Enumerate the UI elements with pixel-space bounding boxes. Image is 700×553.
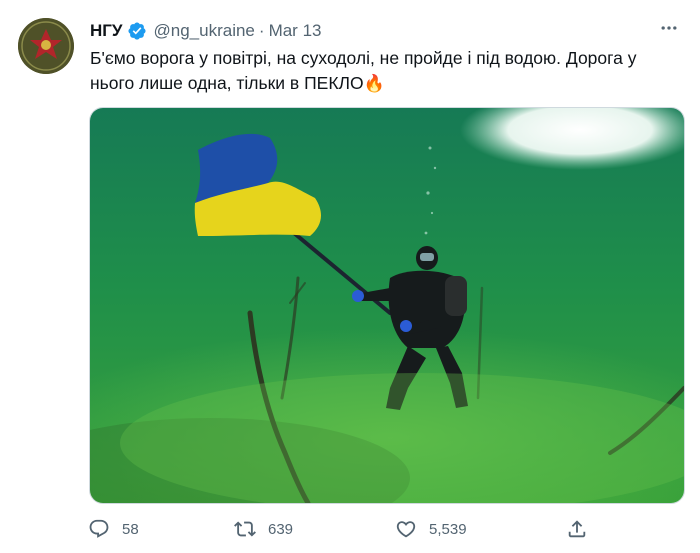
user-handle[interactable]: @ng_ukraine bbox=[154, 21, 255, 41]
fire-emoji: 🔥 bbox=[363, 74, 385, 93]
reply-icon bbox=[89, 519, 109, 538]
retweet-action[interactable]: 639 bbox=[234, 516, 293, 542]
like-count: 5,539 bbox=[429, 520, 467, 538]
share-action[interactable] bbox=[566, 516, 588, 542]
more-icon[interactable] bbox=[652, 16, 686, 40]
avatar[interactable] bbox=[18, 18, 74, 74]
tweet-header: НГУ @ng_ukraine · Mar 13 bbox=[90, 20, 321, 42]
retweet-icon bbox=[234, 521, 256, 537]
tweet-text: Б'ємо ворога у повітрі, на суходолі, не … bbox=[90, 46, 675, 96]
reply-action[interactable]: 58 bbox=[88, 516, 139, 542]
separator-dot: · bbox=[258, 21, 265, 40]
tweet-date[interactable]: Mar 13 bbox=[269, 21, 322, 41]
tweet-photo[interactable] bbox=[89, 107, 685, 504]
tweet-card[interactable]: НГУ @ng_ukraine · Mar 13 Б'ємо ворога у … bbox=[0, 0, 700, 553]
share-icon bbox=[568, 520, 586, 538]
verified-badge-icon bbox=[127, 22, 146, 40]
tweet-actions: 58 639 5,539 bbox=[88, 516, 608, 542]
display-name[interactable]: НГУ bbox=[90, 21, 123, 41]
like-action[interactable]: 5,539 bbox=[395, 516, 467, 542]
underwater-diver-with-flag-image bbox=[90, 108, 684, 503]
retweet-count: 639 bbox=[268, 520, 294, 538]
reply-count: 58 bbox=[122, 520, 139, 538]
like-icon bbox=[396, 521, 416, 538]
